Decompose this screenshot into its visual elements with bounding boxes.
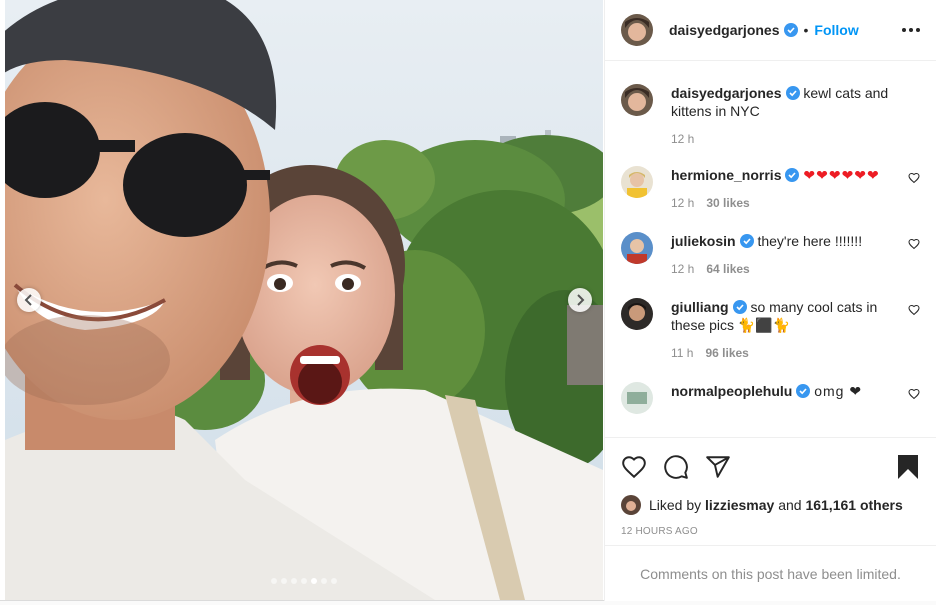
carousel-dot — [271, 578, 277, 584]
likes-count[interactable]: 161,161 others — [805, 497, 902, 513]
share-icon[interactable] — [705, 454, 731, 480]
caption: daisyedgarjones kewl cats and kittens in… — [621, 84, 920, 146]
heart-outline-icon[interactable] — [908, 304, 920, 316]
carousel-next-button[interactable] — [568, 288, 592, 312]
comment-likes[interactable]: 64 likes — [706, 262, 749, 276]
likes-summary: Liked by lizziesmay and 161,161 others — [621, 494, 920, 516]
heart-outline-icon[interactable] — [908, 238, 920, 250]
verified-icon — [796, 384, 811, 398]
carousel-dot — [291, 578, 297, 584]
post-timestamp[interactable]: 12 HOURS AGO — [621, 526, 920, 537]
comment-item: juliekosin they're here !!!!!!! 12 h 64 l… — [621, 232, 920, 276]
post-header: daisyedgarjones • Follow — [605, 0, 936, 61]
liker-username[interactable]: lizziesmay — [705, 497, 774, 513]
post-photo[interactable] — [5, 0, 603, 600]
selfie-image — [5, 0, 603, 600]
comment-text: they're here !!!!!!! — [757, 233, 863, 249]
liker-avatar[interactable] — [621, 495, 641, 515]
chevron-left-icon — [24, 294, 32, 306]
follow-button[interactable]: Follow — [814, 22, 858, 38]
comment-username[interactable]: hermione_norris — [671, 167, 781, 183]
verified-icon — [785, 168, 800, 182]
comment-time[interactable]: 12 h — [671, 196, 694, 210]
author-avatar[interactable] — [621, 14, 653, 46]
carousel-dot — [311, 578, 317, 584]
caption-avatar[interactable] — [621, 84, 653, 116]
verified-icon — [732, 300, 747, 314]
bookmark-filled-icon[interactable] — [896, 454, 920, 480]
comment-text: ❤❤❤❤❤❤ — [803, 167, 880, 183]
commenter-avatar[interactable] — [621, 166, 653, 198]
heart-outline-icon[interactable] — [621, 454, 647, 480]
heart-outline-icon[interactable] — [908, 172, 920, 184]
verified-icon — [739, 234, 754, 248]
author-username[interactable]: daisyedgarjones — [669, 22, 780, 38]
heart-outline-icon[interactable] — [908, 388, 920, 400]
comment-item: hermione_norris ❤❤❤❤❤❤ 12 h 30 likes — [621, 166, 920, 210]
commenter-avatar[interactable] — [621, 298, 653, 330]
carousel-dot — [331, 578, 337, 584]
comment-time[interactable]: 11 h — [671, 346, 693, 360]
likes-conj: and — [778, 497, 802, 513]
carousel-prev-button[interactable] — [17, 288, 41, 312]
post-sidebar: daisyedgarjones • Follow daisyedgarjones… — [604, 0, 936, 601]
comment-likes[interactable]: 96 likes — [705, 346, 748, 360]
comment-username[interactable]: normalpeoplehulu — [671, 383, 792, 399]
comments-list[interactable]: daisyedgarjones kewl cats and kittens in… — [605, 62, 936, 436]
comment-time[interactable]: 12 h — [671, 262, 694, 276]
more-options-button[interactable] — [902, 28, 920, 32]
comment-text: omg ❤ — [814, 383, 863, 399]
more-icon — [902, 28, 906, 32]
verified-icon — [785, 86, 800, 100]
chevron-right-icon — [577, 294, 585, 306]
carousel-dot — [281, 578, 287, 584]
likes-prefix: Liked by — [649, 497, 702, 513]
comment-icon[interactable] — [663, 454, 689, 480]
comment-username[interactable]: juliekosin — [671, 233, 736, 249]
carousel-dot — [301, 578, 307, 584]
header-separator: • — [803, 22, 809, 38]
commenter-avatar[interactable] — [621, 232, 653, 264]
comment-username[interactable]: giulliang — [671, 299, 729, 315]
comments-limited-notice: Comments on this post have been limited. — [605, 545, 936, 601]
carousel-dot — [321, 578, 327, 584]
comment-likes[interactable]: 30 likes — [706, 196, 749, 210]
comment-item: giulliang so many cool cats in these pic… — [621, 298, 920, 360]
verified-icon — [783, 23, 798, 37]
caption-time[interactable]: 12 h — [671, 132, 694, 146]
post-actions: Liked by lizziesmay and 161,161 others 1… — [605, 437, 936, 537]
commenter-avatar[interactable] — [621, 382, 653, 414]
post-dialog: daisyedgarjones • Follow daisyedgarjones… — [0, 0, 936, 601]
carousel-dots — [5, 578, 603, 584]
comment-item: normalpeoplehulu omg ❤ — [621, 382, 920, 414]
caption-username[interactable]: daisyedgarjones — [671, 85, 782, 101]
